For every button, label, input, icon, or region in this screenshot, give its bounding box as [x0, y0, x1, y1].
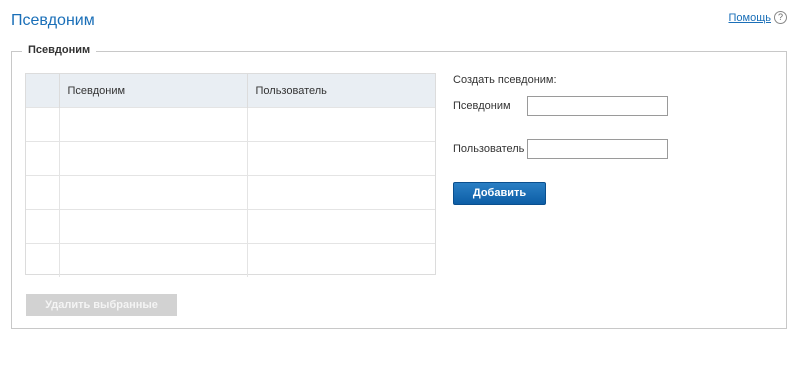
table-cell-user	[247, 175, 435, 210]
create-alias-panel: Создать псевдоним: Псевдоним Пользовател…	[453, 74, 773, 205]
help-area: Помощь ?	[729, 11, 787, 24]
table-cell-alias	[59, 107, 248, 142]
alias-table: Псевдоним Пользователь	[25, 73, 436, 277]
table-row[interactable]	[26, 209, 435, 244]
table-cell-select[interactable]	[26, 243, 60, 277]
table-cell-select[interactable]	[26, 175, 60, 210]
alias-form-row: Псевдоним	[453, 96, 668, 116]
column-header-user[interactable]: Пользователь	[247, 74, 435, 108]
user-field-label: Пользователь	[453, 143, 525, 155]
table-row[interactable]	[26, 175, 435, 210]
table-cell-alias	[59, 175, 248, 210]
table-cell-select[interactable]	[26, 107, 60, 142]
table-cell-user	[247, 209, 435, 244]
help-icon[interactable]: ?	[774, 11, 787, 24]
table-cell-user	[247, 243, 435, 277]
table-row[interactable]	[26, 107, 435, 142]
table-cell-alias	[59, 141, 248, 176]
table-cell-alias	[59, 243, 248, 277]
alias-fieldset: Псевдоним Псевдоним Пользователь Создать…	[11, 44, 787, 329]
user-form-row: Пользователь	[453, 139, 668, 159]
page-title: Псевдоним	[11, 12, 95, 29]
table-row[interactable]	[26, 243, 435, 277]
table-cell-select[interactable]	[26, 209, 60, 244]
add-button[interactable]: Добавить	[453, 182, 546, 205]
fieldset-legend: Псевдоним	[22, 44, 97, 56]
table-cell-user	[247, 141, 435, 176]
alias-input[interactable]	[527, 96, 668, 116]
table-header-row: Псевдоним Пользователь	[26, 74, 435, 108]
table-cell-select[interactable]	[26, 141, 60, 176]
delete-selected-button[interactable]: Удалить выбранные	[26, 294, 177, 316]
table-row[interactable]	[26, 141, 435, 176]
help-link[interactable]: Помощь	[729, 12, 772, 24]
column-header-select[interactable]	[26, 74, 60, 108]
table-cell-user	[247, 107, 435, 142]
user-input[interactable]	[527, 139, 668, 159]
table-cell-alias	[59, 209, 248, 244]
column-header-alias[interactable]: Псевдоним	[59, 74, 248, 108]
create-alias-title: Создать псевдоним:	[453, 74, 557, 86]
alias-field-label: Псевдоним	[453, 100, 511, 112]
